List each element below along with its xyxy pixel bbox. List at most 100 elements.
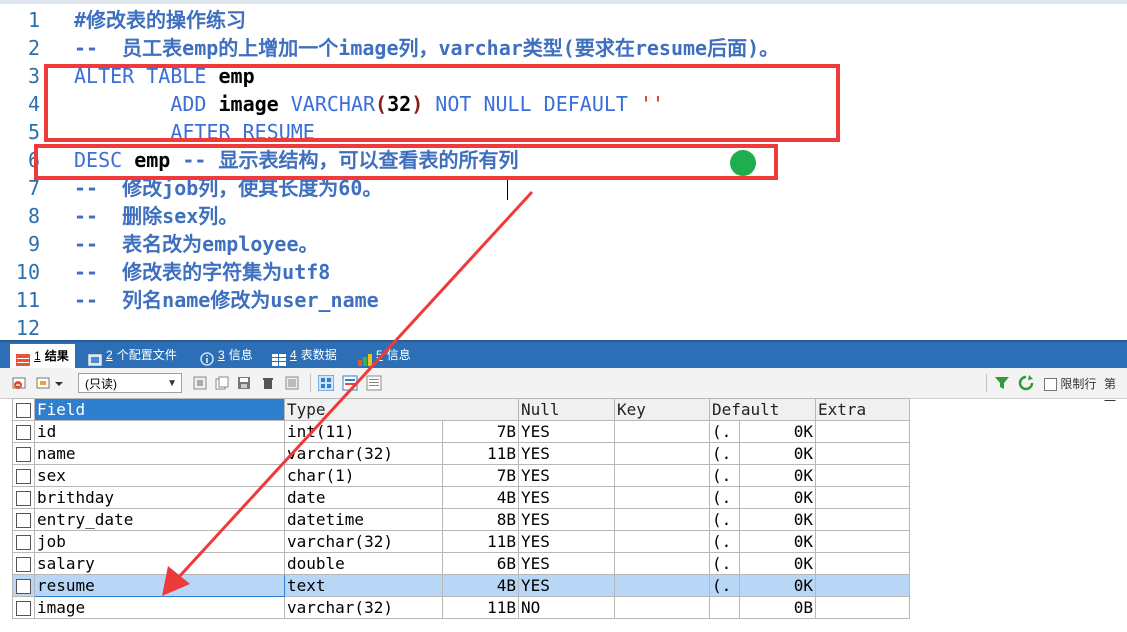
column-header-extra[interactable]: Extra [815, 398, 910, 421]
row-select-cell[interactable] [12, 442, 35, 465]
add-row-icon[interactable] [12, 375, 28, 391]
row-checkbox[interactable] [16, 447, 31, 462]
row-checkbox[interactable] [16, 491, 31, 506]
tab-table-data[interactable]: 4 表数据 [272, 342, 337, 368]
null-cell[interactable]: YES [518, 574, 615, 597]
type-cell[interactable]: text [284, 574, 443, 597]
extra-cell[interactable] [815, 442, 910, 465]
code-line[interactable]: 12 [0, 314, 1127, 342]
type-cell[interactable]: char(1) [284, 464, 443, 487]
limit-rows-checkbox[interactable] [1044, 378, 1057, 392]
key-cell[interactable] [614, 508, 710, 531]
select-all-cell[interactable] [12, 398, 35, 421]
table-row[interactable]: id int(11) 7B YES (. 0K [12, 420, 910, 443]
column-header-type[interactable]: Type [284, 398, 519, 421]
form-view-icon[interactable] [342, 375, 358, 391]
null-cell[interactable]: YES [518, 552, 615, 575]
row-checkbox[interactable] [16, 601, 31, 616]
column-header-field[interactable]: Field [34, 398, 285, 421]
row-select-cell[interactable] [12, 574, 35, 597]
null-cell[interactable]: YES [518, 508, 615, 531]
null-cell[interactable]: YES [518, 464, 615, 487]
field-cell[interactable]: name [34, 442, 285, 465]
tab-profiles[interactable]: 2 个配置文件 [87, 342, 177, 368]
type-cell[interactable]: varchar(32) [284, 442, 443, 465]
first-page-label[interactable]: 第一 [1104, 375, 1127, 409]
extra-cell[interactable] [815, 508, 910, 531]
chevron-down-icon[interactable] [54, 375, 64, 391]
field-cell[interactable]: brithday [34, 486, 285, 509]
copy-row-icon[interactable] [36, 375, 52, 391]
column-header-key[interactable]: Key [614, 398, 710, 421]
limit-rows-toggle[interactable]: 限制行 [1044, 375, 1096, 392]
tab-results[interactable]: 1 结果 [10, 344, 75, 368]
field-cell[interactable]: id [34, 420, 285, 443]
null-cell[interactable]: YES [518, 530, 615, 553]
row-checkbox[interactable] [16, 579, 31, 594]
row-checkbox[interactable] [16, 469, 31, 484]
type-cell[interactable]: datetime [284, 508, 443, 531]
code-line[interactable]: 11 -- 列名name修改为user_name [0, 286, 1127, 314]
extra-cell[interactable] [815, 530, 910, 553]
code-line[interactable]: 2 -- 员工表emp的上增加一个image列，varchar类型(要求在resu… [0, 34, 1127, 62]
row-select-cell[interactable] [12, 508, 35, 531]
import-icon[interactable] [192, 375, 208, 391]
row-select-cell[interactable] [12, 486, 35, 509]
type-cell[interactable]: int(11) [284, 420, 443, 443]
table-row[interactable]: name varchar(32) 11B YES (. 0K [12, 442, 910, 465]
type-cell[interactable]: varchar(32) [284, 596, 443, 619]
row-checkbox[interactable] [16, 425, 31, 440]
select-all-checkbox[interactable] [16, 403, 31, 418]
code-line[interactable]: 9 -- 表名改为employee。 [0, 230, 1127, 258]
field-cell[interactable]: image [34, 596, 285, 619]
tab-info[interactable]: 3 信息 [200, 342, 253, 368]
row-checkbox[interactable] [16, 557, 31, 572]
null-cell[interactable]: YES [518, 486, 615, 509]
column-header-null[interactable]: Null [518, 398, 615, 421]
key-cell[interactable] [614, 442, 710, 465]
field-cell[interactable]: job [34, 530, 285, 553]
code-line[interactable]: 1 #修改表的操作练习 [0, 6, 1127, 34]
extra-cell[interactable] [815, 552, 910, 575]
key-cell[interactable] [614, 464, 710, 487]
refresh-icon[interactable] [1018, 375, 1034, 391]
text-view-icon[interactable] [366, 375, 382, 391]
row-select-cell[interactable] [12, 530, 35, 553]
row-checkbox[interactable] [16, 535, 31, 550]
grid-view-icon[interactable] [317, 374, 335, 392]
null-cell[interactable]: NO [518, 596, 615, 619]
filter-icon[interactable] [994, 375, 1010, 391]
key-cell[interactable] [614, 530, 710, 553]
save-icon[interactable] [236, 375, 252, 391]
tab-info-2[interactable]: 5 信息 [358, 342, 411, 368]
code-line[interactable]: 8 -- 删除sex列。 [0, 202, 1127, 230]
type-cell[interactable]: varchar(32) [284, 530, 443, 553]
table-row[interactable]: entry_date datetime 8B YES (. 0K [12, 508, 910, 531]
key-cell[interactable] [614, 552, 710, 575]
extra-cell[interactable] [815, 596, 910, 619]
null-cell[interactable]: YES [518, 442, 615, 465]
type-cell[interactable]: double [284, 552, 443, 575]
table-row[interactable]: salary double 6B YES (. 0K [12, 552, 910, 575]
extra-cell[interactable] [815, 464, 910, 487]
row-select-cell[interactable] [12, 552, 35, 575]
key-cell[interactable] [614, 596, 710, 619]
type-cell[interactable]: date [284, 486, 443, 509]
extra-cell[interactable] [815, 420, 910, 443]
field-cell[interactable]: resume [34, 574, 285, 597]
key-cell[interactable] [614, 486, 710, 509]
refresh-grid-icon[interactable] [284, 375, 300, 391]
row-select-cell[interactable] [12, 596, 35, 619]
table-row[interactable]: image varchar(32) 11B NO 0B [12, 596, 910, 619]
table-row[interactable]: resume text 4B YES (. 0K [12, 574, 910, 597]
key-cell[interactable] [614, 574, 710, 597]
field-cell[interactable]: sex [34, 464, 285, 487]
table-row[interactable]: brithday date 4B YES (. 0K [12, 486, 910, 509]
delete-icon[interactable] [260, 375, 276, 391]
row-select-cell[interactable] [12, 420, 35, 443]
field-cell[interactable]: entry_date [34, 508, 285, 531]
duplicate-icon[interactable] [214, 375, 230, 391]
null-cell[interactable]: YES [518, 420, 615, 443]
field-cell[interactable]: salary [34, 552, 285, 575]
key-cell[interactable] [614, 420, 710, 443]
